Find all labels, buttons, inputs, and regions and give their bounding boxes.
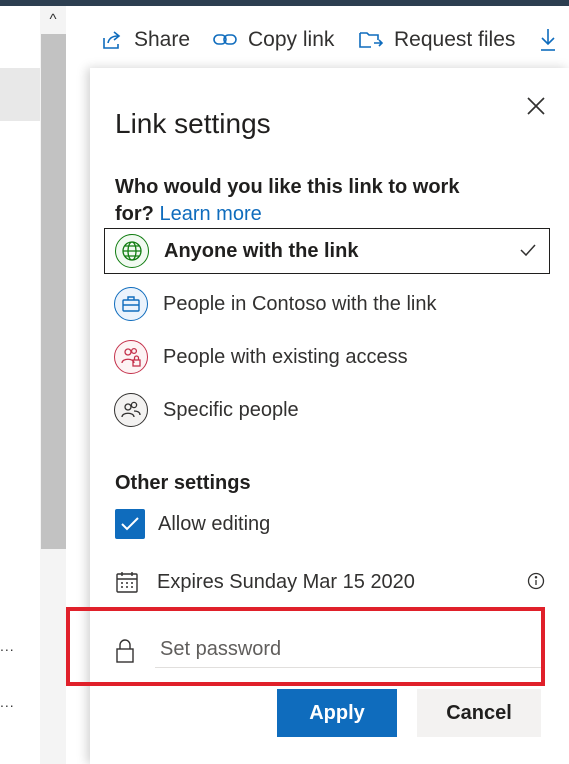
option-label: Anyone with the link [164, 239, 359, 262]
download-icon [541, 29, 555, 51]
allow-editing-label: Allow editing [158, 512, 271, 535]
option-specific-people[interactable]: Specific people [104, 387, 550, 433]
copy-link-label: Copy link [248, 28, 335, 51]
option-existing-access[interactable]: People with existing access [104, 334, 550, 380]
learn-more-link[interactable]: Learn more [159, 203, 261, 225]
other-settings-heading: Other settings [115, 472, 251, 494]
option-label: Specific people [163, 398, 299, 421]
scroll-up-icon[interactable]: ^ [44, 10, 62, 30]
row-more-ellipsis[interactable]: ... [0, 638, 20, 654]
folder-request-icon [359, 32, 384, 48]
cancel-button[interactable]: Cancel [417, 689, 541, 737]
option-label: People with existing access [163, 345, 408, 368]
allow-editing-checkbox[interactable] [115, 509, 145, 539]
expires-label: Expires Sunday Mar 15 2020 [157, 570, 415, 593]
share-label: Share [134, 28, 191, 51]
panel-title: Link settings [115, 108, 271, 139]
globe-icon [115, 234, 149, 268]
scrollbar-thumb[interactable] [41, 34, 66, 549]
calendar-icon [116, 572, 138, 593]
annotation-highlight [66, 607, 545, 686]
share-icon [103, 31, 121, 49]
option-people-in-org[interactable]: People in Contoso with the link [104, 281, 550, 327]
expiration-row[interactable]: Expires Sunday Mar 15 2020 [115, 568, 545, 596]
close-icon[interactable] [525, 95, 547, 117]
link-icon [213, 34, 237, 45]
download-button[interactable] [538, 26, 568, 54]
copy-link-button[interactable]: Copy link [212, 26, 334, 54]
allow-editing-row[interactable]: Allow editing [115, 508, 270, 540]
people-icon [114, 393, 148, 427]
option-anyone[interactable]: Anyone with the link [104, 228, 550, 274]
info-icon[interactable] [527, 572, 545, 590]
audience-question: Who would you like this link to work for… [115, 174, 495, 228]
command-bar: Share Copy link Request files [66, 6, 569, 68]
people-lock-icon [114, 340, 148, 374]
row-more-ellipsis[interactable]: ... [0, 694, 20, 710]
request-files-button[interactable]: Request files [358, 26, 515, 54]
share-button[interactable]: Share [100, 26, 190, 54]
checkmark-icon [520, 244, 536, 257]
screen: ... ... ^ Share Copy link Request files … [0, 0, 569, 764]
selected-row[interactable] [0, 68, 40, 121]
checkmark-icon [121, 517, 139, 531]
apply-button[interactable]: Apply [277, 689, 397, 737]
briefcase-icon [114, 287, 148, 321]
request-files-label: Request files [394, 28, 516, 51]
option-label: People in Contoso with the link [163, 292, 437, 315]
